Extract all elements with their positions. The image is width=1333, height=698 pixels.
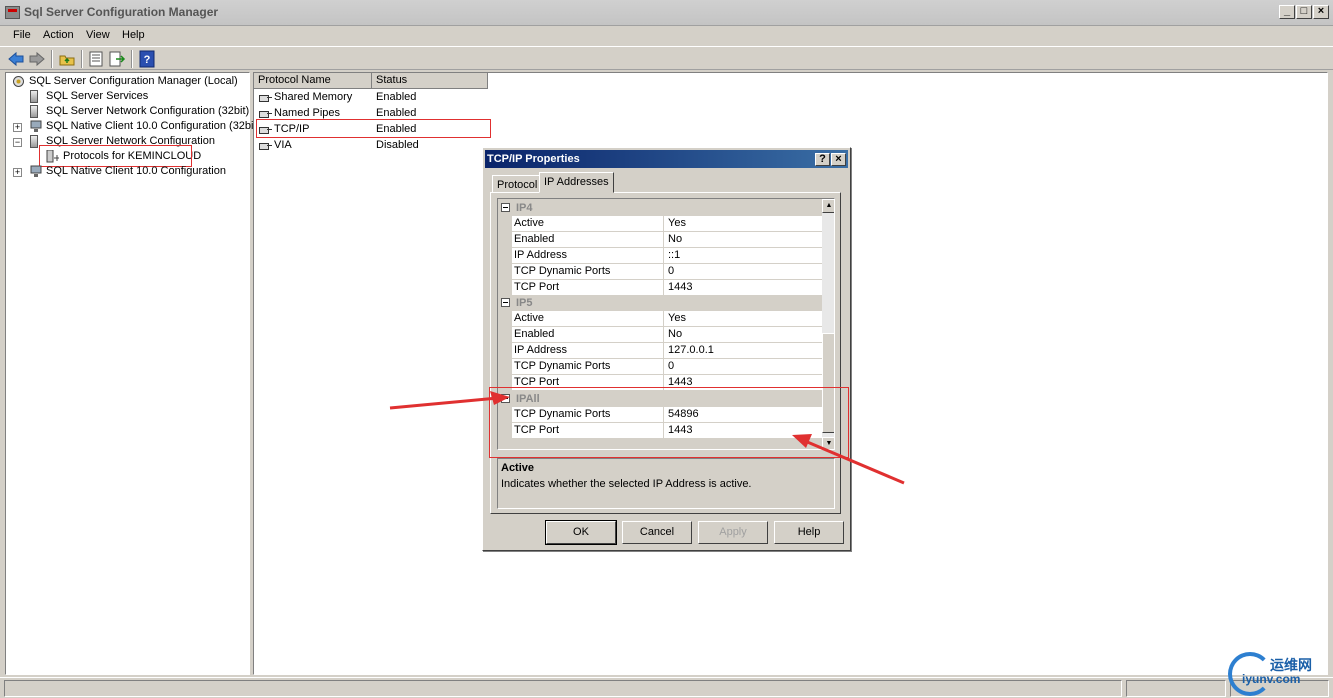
tab-ip-addresses[interactable]: IP Addresses: [539, 172, 614, 193]
arrowhead-left: [490, 391, 510, 405]
status-panel: [4, 680, 1122, 697]
status-panel: [1126, 680, 1226, 697]
annotation-arrows: [389, 391, 905, 485]
arrow-right-annotation: [804, 439, 905, 485]
watermark-en: iyunv.com: [1242, 672, 1301, 686]
arrow-left-annotation: [389, 396, 499, 410]
arrowhead-right: [792, 434, 812, 448]
status-bar: [0, 677, 1333, 698]
